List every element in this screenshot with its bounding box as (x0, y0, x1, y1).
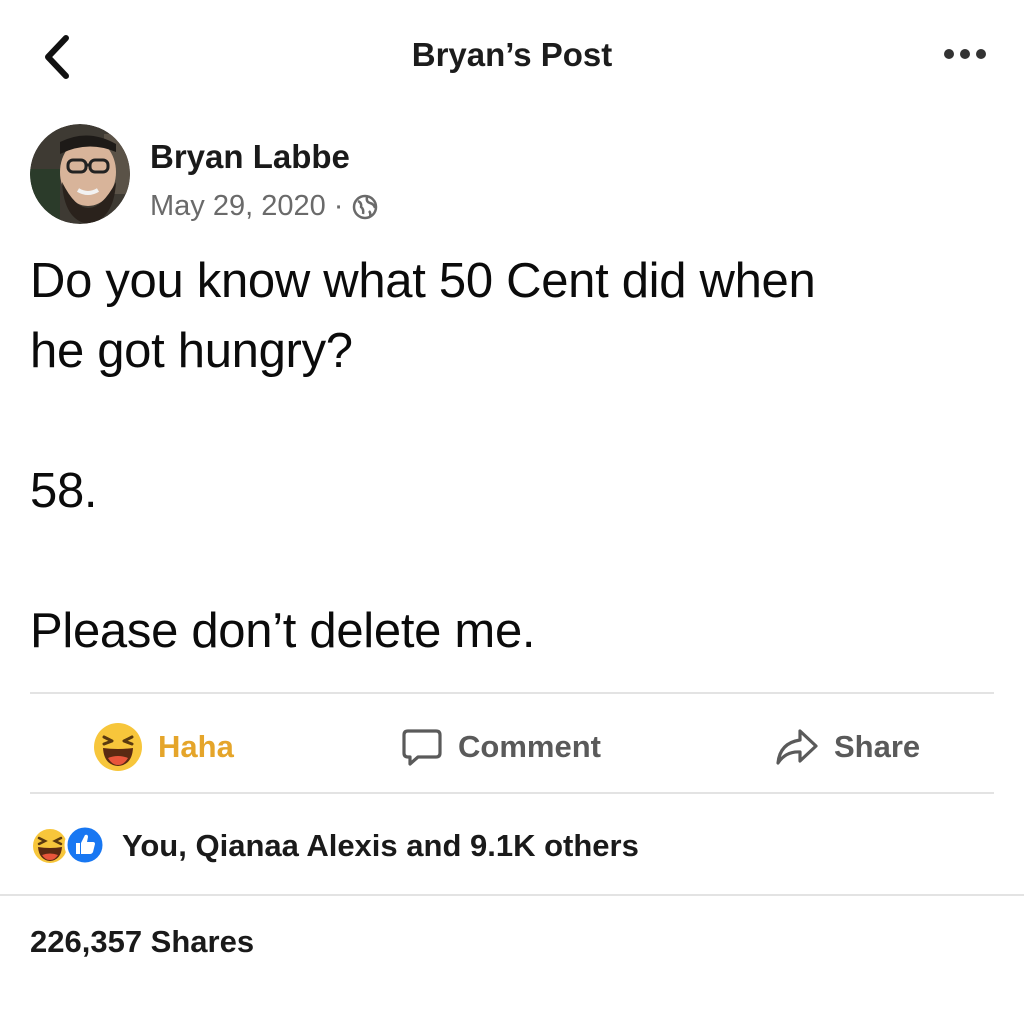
post-text-line: Do you know what 50 Cent did when (30, 254, 816, 308)
post-text-line: Please don’t delete me. (30, 604, 536, 658)
reactions-summary-text: You, Qianaa Alexis and 9.1K others (122, 828, 639, 863)
top-bar: Bryan’s Post (0, 0, 1024, 110)
post-text-line: 58. (30, 464, 98, 518)
author-name[interactable]: Bryan Labbe (150, 138, 350, 176)
meta-separator: · (333, 190, 344, 222)
reactions-summary[interactable]: You, Qianaa Alexis and 9.1K others (30, 818, 639, 874)
divider (0, 894, 1024, 896)
share-button[interactable]: Share (774, 718, 920, 776)
comment-button[interactable]: Comment (400, 718, 601, 776)
post-page: Bryan’s Post Bryan Labbe May 29, 2020 · … (0, 0, 1024, 1024)
haha-reaction-icon (92, 721, 144, 773)
haha-button[interactable]: Haha (92, 718, 234, 776)
post-text-line: he got hungry? (30, 324, 353, 378)
post-timestamp[interactable]: May 29, 2020 (150, 190, 326, 223)
share-label: Share (834, 729, 921, 764)
more-options-button[interactable] (940, 36, 990, 72)
post-meta: May 29, 2020 · (150, 190, 379, 223)
shares-count[interactable]: 226,357 Shares (30, 924, 254, 960)
globe-icon[interactable] (351, 193, 379, 221)
reaction-icons (30, 824, 108, 868)
author-avatar[interactable] (30, 124, 130, 224)
share-arrow-icon (774, 725, 820, 769)
comment-icon (400, 725, 444, 769)
like-reaction-icon (64, 824, 106, 871)
more-horizontal-icon (944, 49, 986, 59)
haha-label: Haha (158, 729, 234, 764)
page-title: Bryan’s Post (411, 36, 613, 73)
avatar-photo (30, 124, 130, 224)
comment-label: Comment (458, 729, 601, 764)
post-body: Do you know what 50 Cent did when he got… (30, 246, 990, 666)
divider (30, 792, 994, 794)
divider (30, 692, 994, 694)
